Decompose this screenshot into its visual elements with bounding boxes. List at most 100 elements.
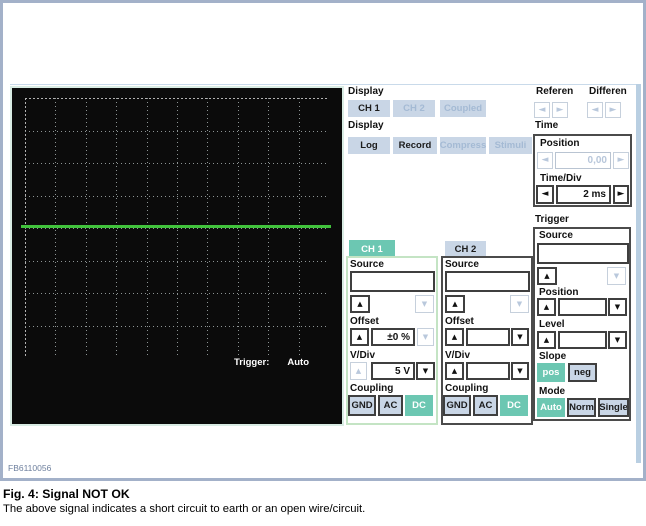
down-arrow-icon: ▼ bbox=[614, 273, 619, 280]
trigger-source-down-button[interactable]: ▼ bbox=[607, 267, 626, 285]
ch1-coupling-dc-button[interactable]: DC bbox=[405, 395, 433, 416]
scope-grid bbox=[25, 98, 329, 358]
difference-label: Differen bbox=[589, 87, 627, 97]
ch1-source-down-button[interactable]: ▼ bbox=[415, 295, 434, 313]
trigger-position-label: Position bbox=[539, 288, 578, 298]
ch2-vdiv-down-button[interactable]: ▼ bbox=[511, 362, 529, 380]
figure-caption: Fig. 4: Signal NOT OK The above signal i… bbox=[3, 487, 365, 518]
trigger-section-label: Trigger bbox=[535, 215, 569, 225]
ch2-source-field[interactable] bbox=[445, 271, 530, 292]
scope-trigger-label: Trigger: bbox=[234, 357, 269, 368]
up-arrow-icon: ▲ bbox=[452, 301, 457, 308]
ch2-coupling-label: Coupling bbox=[445, 384, 488, 394]
ch2-coupling-dc-button[interactable]: DC bbox=[500, 395, 528, 416]
right-arrow-icon: ► bbox=[618, 156, 625, 165]
ch2-coupling-ac-button[interactable]: AC bbox=[473, 395, 498, 416]
ch1-offset-field[interactable]: ±0 % bbox=[371, 328, 415, 346]
ch2-offset-field[interactable] bbox=[466, 328, 510, 346]
scope-screen: Trigger: Auto bbox=[10, 86, 344, 426]
timediv-decrement-button[interactable]: ◄ bbox=[536, 185, 554, 204]
left-arrow-icon: ◄ bbox=[542, 190, 549, 199]
trigger-mode-auto-button[interactable]: Auto bbox=[537, 398, 565, 417]
trigger-level-down-button[interactable]: ▼ bbox=[608, 331, 627, 349]
down-arrow-icon: ▼ bbox=[422, 301, 427, 308]
ch2-vdiv-field[interactable] bbox=[466, 362, 510, 380]
difference-next-button[interactable]: ► bbox=[605, 102, 621, 118]
ch1-source-up-button[interactable]: ▲ bbox=[350, 295, 370, 313]
trigger-slope-pos-button[interactable]: pos bbox=[537, 363, 565, 382]
down-arrow-icon: ▼ bbox=[517, 368, 522, 375]
time-position-field[interactable]: 0,00 bbox=[555, 152, 611, 169]
up-arrow-icon: ▲ bbox=[544, 304, 549, 311]
down-arrow-icon: ▼ bbox=[517, 301, 522, 308]
right-arrow-icon: ► bbox=[610, 106, 617, 115]
ch2-coupling-gnd-button[interactable]: GND bbox=[443, 395, 471, 416]
trigger-level-label: Level bbox=[539, 320, 565, 330]
left-arrow-icon: ◄ bbox=[539, 106, 546, 115]
timediv-field[interactable]: 2 ms bbox=[556, 185, 611, 204]
right-arrow-icon: ► bbox=[618, 190, 625, 199]
trigger-mode-single-button[interactable]: Single bbox=[598, 398, 629, 417]
ch2-source-up-button[interactable]: ▲ bbox=[445, 295, 465, 313]
up-arrow-icon: ▲ bbox=[357, 301, 362, 308]
down-arrow-icon: ▼ bbox=[615, 337, 620, 344]
reference-label: Referen bbox=[536, 87, 573, 97]
display-ch1-button[interactable]: CH 1 bbox=[348, 100, 390, 117]
trigger-position-down-button[interactable]: ▼ bbox=[608, 298, 627, 316]
trigger-level-up-button[interactable]: ▲ bbox=[537, 331, 556, 349]
time-position-label: Position bbox=[540, 139, 579, 149]
ch1-coupling-ac-button[interactable]: AC bbox=[378, 395, 403, 416]
left-arrow-icon: ◄ bbox=[592, 106, 599, 115]
ch1-vdiv-label: V/Div bbox=[350, 351, 375, 361]
timediv-increment-button[interactable]: ► bbox=[613, 185, 629, 204]
figure-page: Trigger: Auto Display CH 1 CH 2 Coupled … bbox=[0, 0, 646, 526]
reference-next-button[interactable]: ► bbox=[552, 102, 568, 118]
ch2-vdiv-up-button[interactable]: ▲ bbox=[445, 362, 464, 380]
ch1-vdiv-down-button[interactable]: ▼ bbox=[416, 362, 435, 380]
panel-right-strip bbox=[636, 84, 641, 463]
timediv-label: Time/Div bbox=[540, 174, 582, 184]
down-arrow-icon: ▼ bbox=[423, 368, 428, 375]
display-ch2-button[interactable]: CH 2 bbox=[393, 100, 435, 117]
reference-prev-button[interactable]: ◄ bbox=[534, 102, 550, 118]
ch1-offset-up-button[interactable]: ▲ bbox=[350, 328, 369, 346]
display-stimuli-button[interactable]: Stimuli bbox=[489, 137, 532, 154]
time-position-decrement-button[interactable]: ◄ bbox=[537, 152, 553, 169]
ch1-offset-down-button[interactable]: ▼ bbox=[417, 328, 434, 346]
trigger-mode-norm-button[interactable]: Norm bbox=[567, 398, 596, 417]
trigger-source-up-button[interactable]: ▲ bbox=[537, 267, 557, 285]
up-arrow-icon: ▲ bbox=[356, 368, 361, 375]
ch1-offset-label: Offset bbox=[350, 317, 379, 327]
trigger-source-field[interactable] bbox=[537, 243, 629, 264]
ch1-coupling-label: Coupling bbox=[350, 384, 393, 394]
display-log-button[interactable]: Log bbox=[348, 137, 390, 154]
display-modes-label: Display bbox=[348, 121, 384, 131]
time-position-increment-button[interactable]: ► bbox=[613, 152, 629, 169]
ch1-vdiv-field[interactable]: 5 V bbox=[371, 362, 415, 380]
trigger-position-up-button[interactable]: ▲ bbox=[537, 298, 556, 316]
up-arrow-icon: ▲ bbox=[452, 334, 457, 341]
display-channels-label: Display bbox=[348, 87, 384, 97]
trigger-source-label: Source bbox=[539, 231, 573, 241]
right-arrow-icon: ► bbox=[557, 106, 564, 115]
ch1-vdiv-up-button[interactable]: ▲ bbox=[350, 362, 367, 380]
ch1-source-label: Source bbox=[350, 260, 384, 270]
up-arrow-icon: ▲ bbox=[452, 368, 457, 375]
ch2-source-down-button[interactable]: ▼ bbox=[510, 295, 529, 313]
trigger-slope-neg-button[interactable]: neg bbox=[568, 363, 597, 382]
down-arrow-icon: ▼ bbox=[517, 334, 522, 341]
display-coupled-button[interactable]: Coupled bbox=[440, 100, 486, 117]
trigger-level-field[interactable] bbox=[558, 331, 607, 349]
ch2-offset-down-button[interactable]: ▼ bbox=[511, 328, 529, 346]
display-compress-button[interactable]: Compress bbox=[440, 137, 486, 154]
trigger-mode-label: Mode bbox=[539, 387, 565, 397]
ch1-coupling-gnd-button[interactable]: GND bbox=[348, 395, 376, 416]
down-arrow-icon: ▼ bbox=[615, 304, 620, 311]
ch1-source-field[interactable] bbox=[350, 271, 435, 292]
display-record-button[interactable]: Record bbox=[393, 137, 437, 154]
scope-status-line: Trigger: Auto bbox=[234, 357, 309, 368]
ch2-source-label: Source bbox=[445, 260, 479, 270]
difference-prev-button[interactable]: ◄ bbox=[587, 102, 603, 118]
trigger-position-field[interactable] bbox=[558, 298, 607, 316]
ch2-offset-up-button[interactable]: ▲ bbox=[445, 328, 464, 346]
